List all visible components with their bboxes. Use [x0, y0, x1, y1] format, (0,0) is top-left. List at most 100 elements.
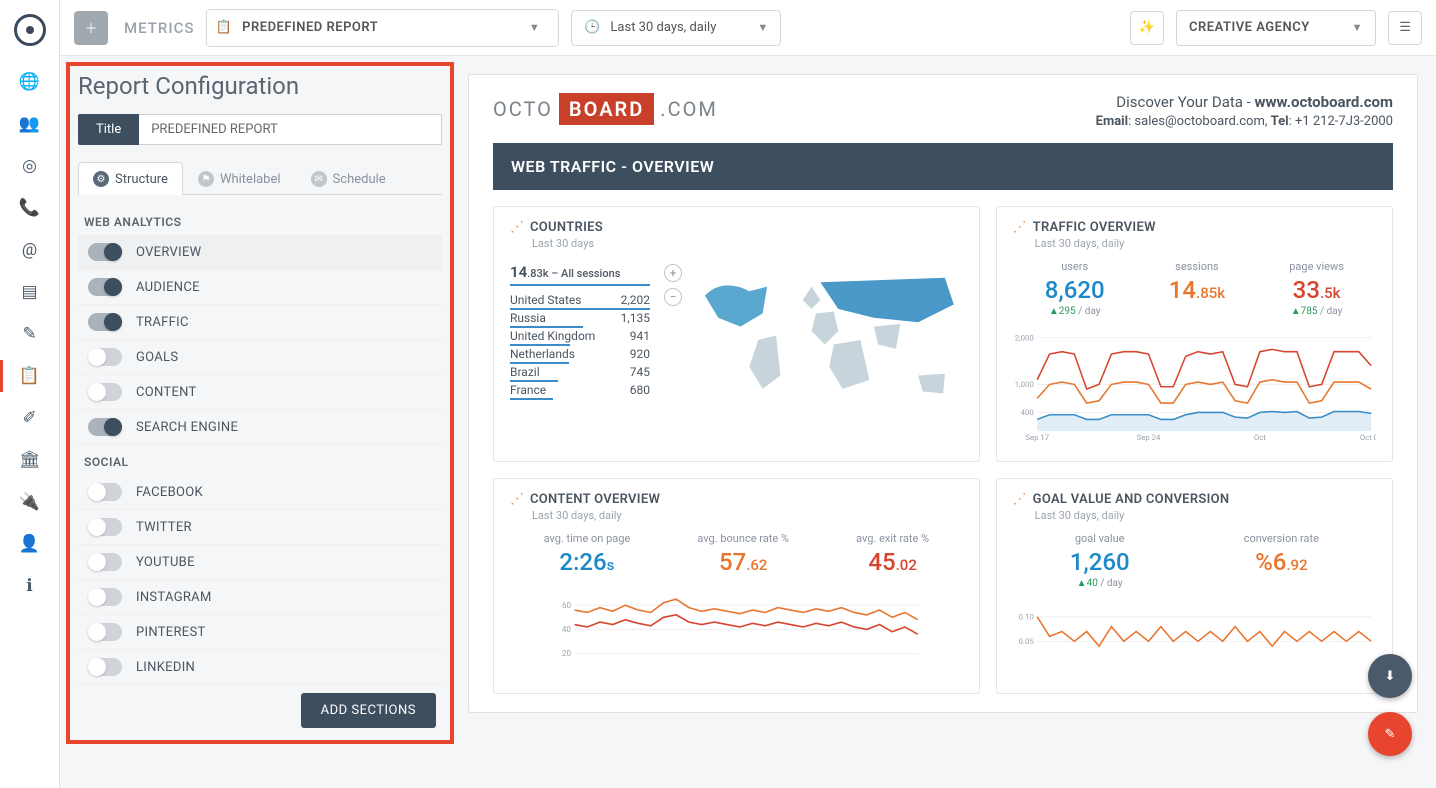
- analytics-icon: ⋰: [510, 219, 522, 235]
- item-label: AUDIENCE: [136, 280, 200, 295]
- edit-fab[interactable]: ✎: [1368, 712, 1412, 756]
- plug-icon[interactable]: 🔌: [20, 492, 40, 512]
- chart-icon[interactable]: ▤: [20, 282, 40, 302]
- toggle[interactable]: [88, 313, 122, 331]
- item-label: TWITTER: [136, 520, 192, 535]
- toggle[interactable]: [88, 483, 122, 501]
- stat: conversion rate%6.92: [1244, 532, 1319, 589]
- item-label: PINTEREST: [136, 625, 206, 640]
- report-preview: OCTO BOARD .COM Discover Your Data - www…: [460, 56, 1436, 788]
- country-row: France680: [510, 380, 650, 398]
- svg-text:2,000: 2,000: [1014, 333, 1033, 342]
- clipboard-icon: 📋: [215, 20, 232, 35]
- at-icon[interactable]: @: [20, 240, 40, 260]
- section-item[interactable]: INSTAGRAM: [78, 580, 442, 615]
- section-item[interactable]: CONTENT: [78, 375, 442, 410]
- section-item[interactable]: FACEBOOK: [78, 475, 442, 510]
- add-sections-button[interactable]: ADD SECTIONS: [301, 693, 436, 728]
- menu-button[interactable]: ☰: [1388, 11, 1422, 45]
- panel-title: Report Configuration: [78, 72, 442, 100]
- section-item[interactable]: SEARCH ENGINE: [78, 410, 442, 445]
- tab-structure[interactable]: ⚙Structure: [78, 162, 183, 195]
- edit-icon[interactable]: ✐: [20, 408, 40, 428]
- clipboard-icon[interactable]: 📋: [20, 366, 40, 386]
- item-label: TRAFFIC: [136, 315, 189, 330]
- item-label: CONTENT: [136, 385, 197, 400]
- topbar: ＋ METRICS 📋 PREDEFINED REPORT ▼ 🕒 Last 3…: [60, 0, 1436, 56]
- tab-schedule[interactable]: ✉Schedule: [296, 162, 401, 195]
- section-item[interactable]: PINTEREST: [78, 615, 442, 650]
- globe-icon[interactable]: 🌐: [20, 72, 40, 92]
- user-icon[interactable]: 👤: [20, 534, 40, 554]
- section-item[interactable]: TWITTER: [78, 510, 442, 545]
- toggle[interactable]: [88, 278, 122, 296]
- analytics-icon: ⋰: [510, 491, 522, 507]
- stat: avg. exit rate %45.02: [856, 532, 929, 576]
- content-chart: 604020: [510, 586, 963, 666]
- widget-content-overview: ⋰CONTENT OVERVIEW Last 30 days, daily av…: [493, 478, 980, 694]
- section-banner: WEB TRAFFIC - OVERVIEW: [493, 143, 1393, 190]
- collapse-button[interactable]: −: [664, 288, 682, 306]
- item-label: SEARCH ENGINE: [136, 420, 238, 435]
- phone-icon[interactable]: 📞: [20, 198, 40, 218]
- wand-button[interactable]: ✨: [1130, 11, 1164, 45]
- app-logo: [14, 14, 46, 46]
- toggle[interactable]: [88, 518, 122, 536]
- whitelabel-icon: ⚑: [198, 171, 214, 187]
- chevron-down-icon: ▼: [1352, 21, 1363, 34]
- info-icon[interactable]: ℹ: [20, 576, 40, 596]
- report-configuration-panel: Report Configuration Title ⚙Structure ⚑W…: [60, 56, 460, 788]
- tab-whitelabel[interactable]: ⚑Whitelabel: [183, 162, 296, 195]
- svg-text:60: 60: [562, 601, 571, 610]
- toggle[interactable]: [88, 553, 122, 571]
- bank-icon[interactable]: 🏛: [20, 450, 40, 470]
- pencil-icon[interactable]: ✎: [20, 324, 40, 344]
- item-label: INSTAGRAM: [136, 590, 212, 605]
- add-metric-button[interactable]: ＋: [74, 11, 108, 45]
- svg-text:Oct: Oct: [1254, 433, 1266, 442]
- svg-text:0.10: 0.10: [1018, 612, 1033, 621]
- report-dropdown[interactable]: 📋 PREDEFINED REPORT ▼: [206, 9, 559, 47]
- section-item[interactable]: LINKEDIN: [78, 650, 442, 685]
- toggle[interactable]: [88, 623, 122, 641]
- toggle[interactable]: [88, 658, 122, 676]
- metrics-label: METRICS: [124, 19, 194, 37]
- stat: avg. time on page2:26s: [544, 532, 631, 576]
- download-button[interactable]: ⬇: [1368, 654, 1412, 698]
- section-item[interactable]: YOUTUBE: [78, 545, 442, 580]
- report-title-input[interactable]: [139, 114, 442, 145]
- stat: avg. bounce rate %57.62: [697, 532, 789, 576]
- country-row: Russia1,135: [510, 308, 650, 326]
- agency-dropdown[interactable]: CREATIVE AGENCY ▼: [1176, 10, 1376, 46]
- toggle[interactable]: [88, 348, 122, 366]
- schedule-icon: ✉: [311, 171, 327, 187]
- svg-text:Sep 24: Sep 24: [1136, 433, 1160, 442]
- svg-text:1,000: 1,000: [1014, 380, 1033, 389]
- goal-chart: 0.100.05: [1013, 599, 1376, 679]
- section-item[interactable]: AUDIENCE: [78, 270, 442, 305]
- section-item[interactable]: GOALS: [78, 340, 442, 375]
- toggle[interactable]: [88, 418, 122, 436]
- people-icon[interactable]: 👥: [20, 114, 40, 134]
- widget-traffic-overview: ⋰TRAFFIC OVERVIEW Last 30 days, daily us…: [996, 206, 1393, 462]
- contact-block: Discover Your Data - www.octoboard.com E…: [1096, 93, 1393, 129]
- item-label: YOUTUBE: [136, 555, 195, 570]
- country-row: United States2,202: [510, 290, 650, 308]
- section-item[interactable]: TRAFFIC: [78, 305, 442, 340]
- clock-icon: 🕒: [584, 20, 600, 35]
- country-row: Netherlands920: [510, 344, 650, 362]
- toggle[interactable]: [88, 243, 122, 261]
- svg-text:Oct 08: Oct 08: [1360, 433, 1376, 442]
- stat: sessions14.85k: [1169, 260, 1225, 317]
- toggle[interactable]: [88, 383, 122, 401]
- country-row: Brazil745: [510, 362, 650, 380]
- expand-button[interactable]: +: [664, 264, 682, 282]
- section-item[interactable]: OVERVIEW: [78, 235, 442, 270]
- traffic-chart: 2,0001,000400Sep 17Sep 24OctOct 08: [1013, 327, 1376, 447]
- target-icon[interactable]: ◎: [20, 156, 40, 176]
- world-map: [696, 260, 963, 420]
- date-range-dropdown[interactable]: 🕒 Last 30 days, daily ▼: [571, 10, 781, 46]
- structure-icon: ⚙: [93, 171, 109, 187]
- left-rail: 🌐 👥 ◎ 📞 @ ▤ ✎ 📋 ✐ 🏛 🔌 👤 ℹ: [0, 0, 60, 788]
- toggle[interactable]: [88, 588, 122, 606]
